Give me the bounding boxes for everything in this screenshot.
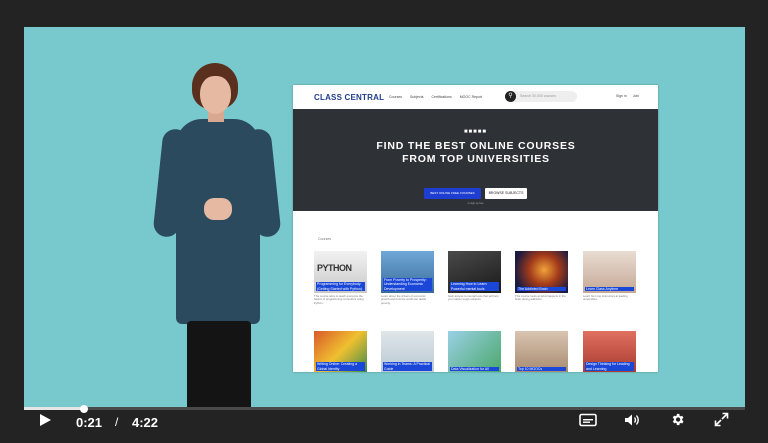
captions-icon (579, 413, 597, 432)
course-card: PYTHON Programming for Everybody (Gettin… (314, 251, 367, 305)
hero-title: FIND THE BEST ONLINE COURSES FROM TOP UN… (376, 140, 576, 165)
course-thumbnail: Data Visualization for All (448, 331, 501, 372)
course-thumbnail: PYTHON Programming for Everybody (Gettin… (314, 251, 367, 293)
site-hero: ■■■■■ FIND THE BEST ONLINE COURSES FROM … (293, 109, 658, 211)
video-frame[interactable]: CLASS CENTRAL Courses Subjects Certifica… (24, 27, 745, 407)
settings-button[interactable] (670, 410, 685, 434)
course-thumbnail: From Poverty to Prosperity: Understandin… (381, 251, 434, 293)
site-search: ⚲ Search 30,000 courses (505, 91, 577, 102)
course-desc: This course looks at what happens in the… (515, 294, 566, 302)
course-card: Data Visualization for All (448, 331, 501, 372)
course-thumbnail: Learning How to Learn: Powerful mental t… (448, 251, 501, 293)
course-caption: From Poverty to Prosperity: Understandin… (383, 278, 432, 291)
course-card: From Poverty to Prosperity: Understandin… (381, 251, 434, 305)
course-caption: Design Thinking for Leading and Learning (585, 362, 634, 371)
presenter-sweater (176, 119, 260, 324)
site-nav-item: Certifications (431, 95, 452, 99)
site-join: Join (632, 94, 640, 98)
course-caption: Learning How to Learn: Powerful mental t… (450, 282, 499, 291)
course-caption: Data Visualization for All (450, 366, 499, 371)
course-card: Design Thinking for Leading and Learning (583, 331, 636, 372)
play-button[interactable] (38, 410, 52, 434)
course-caption: Top 10 MOOCs (517, 366, 566, 371)
video-player[interactable]: CLASS CENTRAL Courses Subjects Certifica… (0, 0, 768, 443)
control-bar: 0:21 / 4:22 (24, 410, 745, 434)
time-separator: / (115, 415, 119, 429)
presenter-figure (152, 63, 284, 407)
hero-primary-button: BEST ONLINE FREE COURSES (424, 188, 481, 199)
course-card: Learn Class Anytime Learn from top instr… (583, 251, 636, 302)
current-time: 0:21 (76, 414, 103, 430)
section-label: Courses (318, 237, 332, 241)
site-nav-item: Subjects (410, 95, 424, 99)
duration: 4:22 (132, 414, 159, 430)
course-desc: This course aims to teach everyone the b… (314, 294, 364, 305)
course-desc: Gain access to mental tools that will he… (448, 294, 499, 302)
hero-secondary-button: BROWSE SUBJECTS (485, 188, 527, 199)
course-caption: Working in Teams: A Practical Guide (383, 362, 432, 371)
course-thumbnail: Design Thinking for Leading and Learning (583, 331, 636, 372)
fullscreen-button[interactable] (714, 410, 729, 434)
course-card: Learning How to Learn: Powerful mental t… (448, 251, 501, 302)
course-card: The Addicted Brain This course looks at … (515, 251, 568, 302)
course-thumbnail: Working in Teams: A Practical Guide (381, 331, 434, 372)
site-search-placeholder: Search 30,000 courses (520, 94, 556, 98)
play-icon (38, 413, 52, 432)
course-caption: The Addicted Brain (517, 286, 566, 291)
course-card: Writing Online: Creating a Global Identi… (314, 331, 367, 372)
course-desc: Learn about the drivers of economic grow… (381, 294, 427, 305)
course-thumbnail: The Addicted Brain (515, 251, 568, 293)
site-nav-item: MOOC Report (459, 95, 483, 99)
site-signin: Sign in (616, 94, 627, 98)
fullscreen-icon (714, 412, 729, 432)
gear-icon (670, 412, 685, 432)
site-nav-item: Courses (389, 95, 403, 99)
hero-subtitle: or sign up free (467, 202, 484, 205)
course-thumbnail: Writing Online: Creating a Global Identi… (314, 331, 367, 372)
site-navbar: CLASS CENTRAL Courses Subjects Certifica… (293, 85, 658, 109)
site-nav-links: Courses Subjects Certifications MOOC Rep… (389, 95, 482, 99)
website-screenshot: CLASS CENTRAL Courses Subjects Certifica… (293, 85, 658, 372)
course-thumbnail: Learn Class Anytime (583, 251, 636, 293)
presenter-legs (187, 321, 251, 407)
course-thumbnail: Top 10 MOOCs (515, 331, 568, 372)
course-caption: Writing Online: Creating a Global Identi… (316, 362, 365, 371)
presenter-hands (204, 198, 232, 220)
volume-button[interactable] (624, 410, 642, 434)
hero-dots: ■■■■■ (463, 129, 488, 135)
site-logo: CLASS CENTRAL (314, 93, 385, 102)
course-card: Working in Teams: A Practical Guide (381, 331, 434, 372)
volume-icon (624, 413, 642, 432)
captions-button[interactable] (579, 410, 597, 434)
course-card: Top 10 MOOCs (515, 331, 568, 372)
course-desc: Learn from top instructors at leading un… (583, 294, 628, 302)
search-icon: ⚲ (505, 91, 516, 102)
course-caption: Programming for Everybody (Getting Start… (316, 282, 365, 291)
presenter-face (200, 76, 231, 114)
site-auth: Sign in Join (616, 94, 639, 98)
course-caption: Learn Class Anytime (585, 286, 634, 291)
